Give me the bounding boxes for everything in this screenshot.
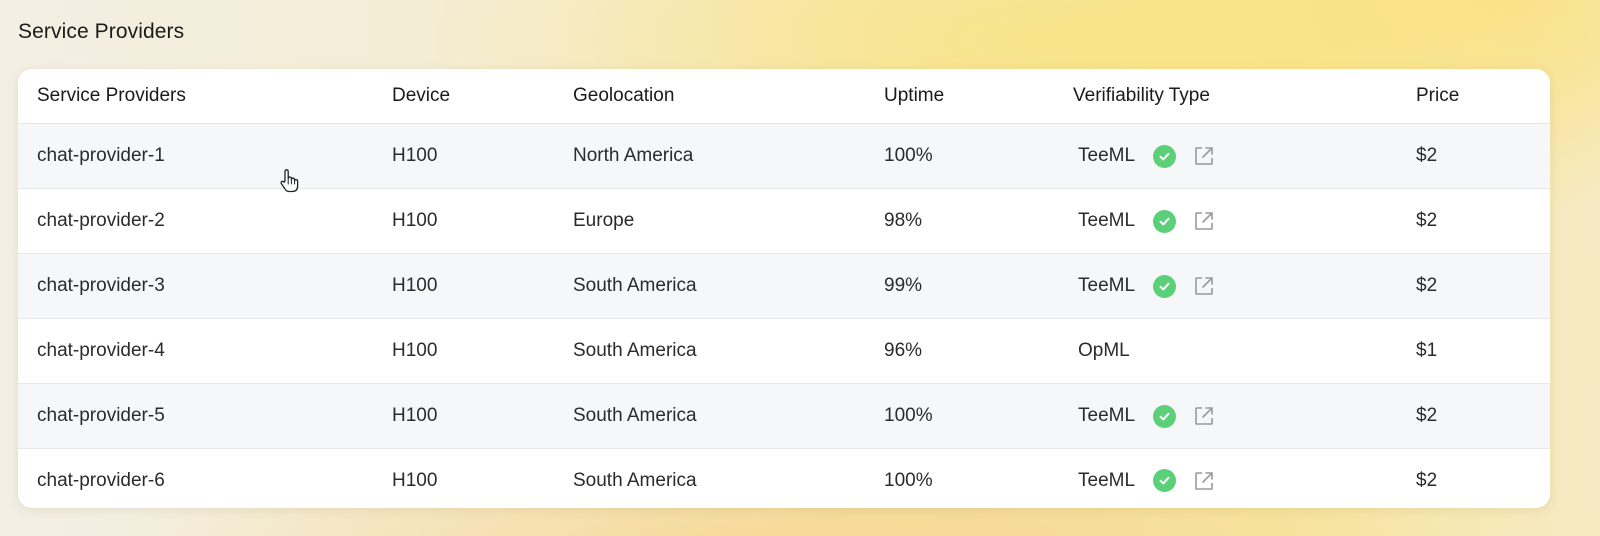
device: H100 bbox=[392, 275, 438, 296]
external-link-icon[interactable] bbox=[1192, 209, 1216, 233]
geolocation: South America bbox=[573, 275, 697, 296]
uptime: 100% bbox=[884, 405, 933, 426]
table-row[interactable]: chat-provider-6 H100 South America 100% … bbox=[18, 449, 1550, 508]
column-header-geolocation[interactable]: Geolocation bbox=[573, 69, 674, 123]
verifiability-label: TeeML bbox=[1078, 145, 1136, 166]
check-circle-icon bbox=[1153, 469, 1177, 492]
geolocation: Europe bbox=[573, 210, 635, 231]
provider-name: chat-provider-3 bbox=[37, 275, 165, 296]
verifiability-label: TeeML bbox=[1078, 210, 1136, 231]
device: H100 bbox=[392, 469, 438, 491]
device: H100 bbox=[392, 145, 438, 166]
geolocation: North America bbox=[573, 145, 694, 166]
external-link-icon[interactable] bbox=[1192, 404, 1216, 428]
table-row[interactable]: chat-provider-3 H100 South America 99% T… bbox=[18, 254, 1550, 319]
price: $2 bbox=[1416, 469, 1438, 491]
hand-pointer-cursor-icon bbox=[278, 168, 302, 194]
check-circle-icon bbox=[1153, 274, 1177, 298]
provider-name: chat-provider-1 bbox=[37, 145, 165, 166]
verifiability-type: TeeML bbox=[1078, 189, 1216, 253]
price: $2 bbox=[1416, 145, 1438, 166]
table-row[interactable]: chat-provider-4 H100 South America 96% O… bbox=[18, 319, 1550, 384]
verifiability-type: TeeML bbox=[1078, 384, 1216, 448]
device: H100 bbox=[392, 210, 438, 231]
price: $2 bbox=[1416, 210, 1438, 231]
verifiability-label: TeeML bbox=[1078, 469, 1136, 491]
external-link-icon[interactable] bbox=[1192, 274, 1216, 298]
verifiability-type: OpML bbox=[1078, 319, 1130, 383]
verifiability-type: TeeML bbox=[1078, 254, 1216, 318]
verifiability-label: TeeML bbox=[1078, 405, 1136, 426]
uptime: 99% bbox=[884, 275, 923, 296]
verifiability-label: OpML bbox=[1078, 340, 1130, 361]
price: $1 bbox=[1416, 340, 1438, 361]
column-header-price[interactable]: Price bbox=[1416, 69, 1459, 123]
provider-name: chat-provider-4 bbox=[37, 340, 165, 361]
check-circle-icon bbox=[1153, 144, 1177, 168]
provider-name: chat-provider-2 bbox=[37, 210, 165, 231]
verifiability-type: TeeML bbox=[1078, 124, 1216, 188]
uptime: 100% bbox=[884, 145, 933, 166]
table-row[interactable]: chat-provider-1 H100 North America 100% … bbox=[18, 124, 1550, 189]
geolocation: South America bbox=[573, 340, 697, 361]
price: $2 bbox=[1416, 275, 1438, 296]
provider-name: chat-provider-5 bbox=[37, 405, 165, 426]
column-header-device[interactable]: Device bbox=[392, 69, 450, 123]
geolocation: South America bbox=[573, 405, 697, 426]
uptime: 98% bbox=[884, 210, 923, 231]
uptime: 96% bbox=[884, 340, 923, 361]
column-header-uptime[interactable]: Uptime bbox=[884, 69, 944, 123]
section-title: Service Providers bbox=[18, 20, 185, 43]
price: $2 bbox=[1416, 405, 1438, 426]
device: H100 bbox=[392, 405, 438, 426]
table-row[interactable]: chat-provider-2 H100 Europe 98% TeeML $2 bbox=[18, 189, 1550, 254]
device: H100 bbox=[392, 340, 438, 361]
check-circle-icon bbox=[1153, 404, 1177, 428]
external-link-icon[interactable] bbox=[1192, 469, 1216, 493]
service-providers-table: Service Providers Device Geolocation Upt… bbox=[18, 69, 1550, 508]
column-header-service-providers[interactable]: Service Providers bbox=[37, 69, 186, 123]
uptime: 100% bbox=[884, 469, 933, 491]
verifiability-label: TeeML bbox=[1078, 275, 1136, 296]
table-header: Service Providers Device Geolocation Upt… bbox=[18, 69, 1550, 124]
external-link-icon[interactable] bbox=[1192, 144, 1216, 168]
table-row[interactable]: chat-provider-5 H100 South America 100% … bbox=[18, 384, 1550, 449]
check-circle-icon bbox=[1153, 209, 1177, 233]
geolocation: South America bbox=[573, 469, 697, 491]
verifiability-type: TeeML bbox=[1078, 449, 1216, 508]
provider-name: chat-provider-6 bbox=[37, 469, 165, 491]
column-header-verifiability-type[interactable]: Verifiability Type bbox=[1073, 69, 1210, 123]
